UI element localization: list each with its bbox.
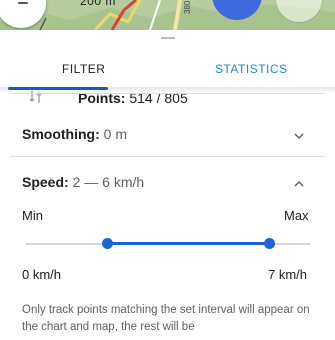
range-max-value: 7 km/h (268, 267, 308, 282)
bottom-sheet: FILTER STATISTICS Points: 514 / 805 Smoo… (0, 30, 335, 340)
smoothing-label: Smoothing: (22, 126, 100, 142)
minus-icon (18, 2, 28, 4)
map-road-label: 380 (183, 0, 192, 14)
map-scale-label: 200 m (80, 0, 116, 8)
slider-max-label: Max (284, 208, 309, 223)
speed-label: Speed: (22, 174, 69, 190)
slider-min-label: Min (22, 208, 43, 223)
smoothing-value: 0 m (103, 126, 127, 142)
speed-filter-description: Only track points matching the set inter… (22, 304, 310, 333)
tab-statistics[interactable]: STATISTICS (168, 52, 335, 86)
speed-slider-thumb-high[interactable] (263, 238, 275, 249)
speed-slider-thumb-low[interactable] (101, 238, 113, 249)
speed-header[interactable]: Speed: 2 — 6 km/h (22, 174, 144, 190)
divider (10, 156, 325, 157)
smoothing-header[interactable]: Smoothing: 0 m (22, 126, 127, 142)
range-min-value: 0 km/h (22, 267, 62, 282)
chevron-up-icon[interactable] (293, 178, 305, 190)
drag-handle[interactable] (161, 37, 175, 39)
tab-bar: FILTER STATISTICS (0, 52, 335, 86)
divider (10, 93, 325, 94)
speed-value: 2 — 6 km/h (72, 174, 145, 190)
map-view[interactable]: 200 m 380 (0, 0, 335, 30)
speed-slider-active-range (107, 242, 270, 245)
tab-filter[interactable]: FILTER (0, 52, 168, 86)
chevron-down-icon[interactable] (293, 130, 305, 142)
